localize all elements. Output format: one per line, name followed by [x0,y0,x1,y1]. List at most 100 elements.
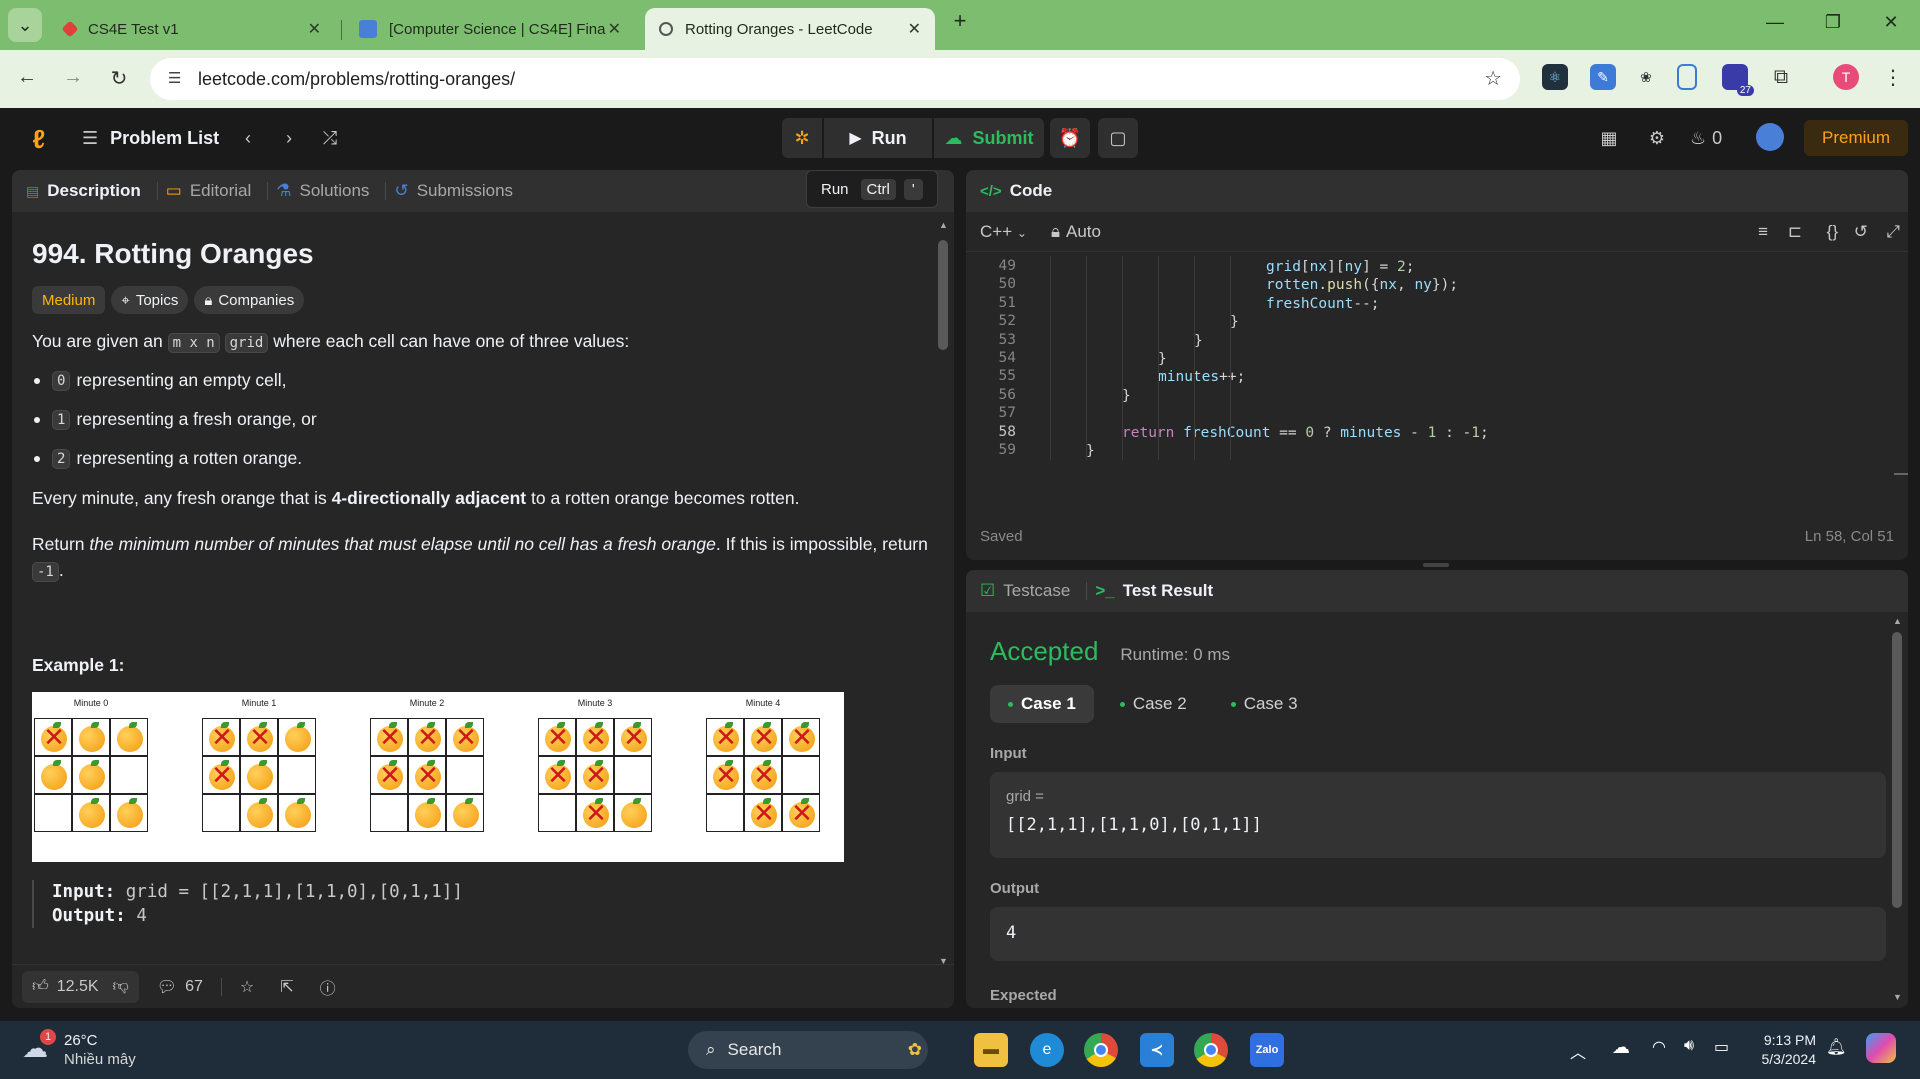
extension-icon[interactable]: ✎ [1590,64,1616,90]
fullscreen-icon[interactable]: ⤢ [1886,222,1900,242]
browser-tab-active[interactable]: Rotting Oranges - LeetCode ✕ [645,8,935,50]
notes-icon[interactable]: ▢ [1098,118,1138,158]
scrollbar-thumb[interactable] [938,240,948,350]
tab-description[interactable]: ▤ Description [26,181,141,201]
thumbs-down-icon[interactable]: 👎︎ [113,977,129,996]
edge-icon[interactable]: e [1030,1033,1064,1067]
scrollbar-thumb[interactable] [1892,632,1902,908]
description-scrollbar[interactable]: ▲ ▼ [936,220,950,966]
profile-avatar[interactable]: T [1833,64,1859,90]
problem-list-button[interactable]: ☰ Problem List [82,123,219,153]
site-info-icon[interactable]: ☰ [168,69,181,87]
premium-button[interactable]: Premium [1804,120,1908,156]
browser-tab-1[interactable]: CS4E Test v1 ✕ [50,8,335,50]
leetcode-logo-icon[interactable]: ℓ [24,124,54,154]
chrome-icon[interactable] [1084,1033,1118,1067]
bookmark-star-icon[interactable]: ☆ [1484,66,1502,91]
like-button[interactable]: 👍︎ 12.5K 👎︎ [22,970,139,1003]
comments-button[interactable]: 💬︎ 67 [157,977,203,997]
code-line[interactable]: 59} [966,442,1896,460]
debug-icon[interactable]: ✲ [782,118,822,158]
timer-icon[interactable]: ⏰ [1050,118,1090,158]
extensions-puzzle-icon[interactable]: ⧉ [1768,64,1794,90]
topics-button[interactable]: ⌖ Topics [111,286,189,314]
close-window-icon[interactable]: ✕ [1876,12,1906,33]
code-line[interactable]: 53} [966,332,1896,350]
code-line[interactable]: 54} [966,350,1896,368]
grid-cell [538,794,576,832]
copilot-icon[interactable] [1866,1033,1896,1063]
run-button[interactable]: ▶ Run [824,118,932,158]
notifications-bell-icon[interactable]: 🔔︎ [1826,1037,1846,1057]
restore-icon[interactable]: ❐ [1818,12,1848,33]
file-explorer-icon[interactable]: ▬ [974,1033,1008,1067]
shuffle-icon[interactable]: ⤮ [316,123,344,153]
tab-editorial[interactable]: ▭ Editorial [166,181,251,201]
close-tab-icon[interactable]: ✕ [608,19,621,39]
braces-icon[interactable]: {} [1827,222,1838,242]
language-select[interactable]: C++ ⌄ [980,222,1027,242]
windows-start-icon[interactable] [638,1033,672,1067]
tray-expand-icon[interactable]: ︿ [1570,1039,1586,1063]
wifi-icon[interactable]: ◠ [1652,1037,1666,1057]
extension-icon[interactable] [1677,64,1697,90]
react-devtools-icon[interactable]: ⚛ [1542,64,1568,90]
case-tab-3[interactable]: Case 3 [1213,685,1316,723]
code-line[interactable]: 57 [966,405,1896,423]
new-tab-icon[interactable]: + [945,8,975,34]
code-line[interactable]: 51 freshCount--; [966,295,1896,313]
companies-button[interactable]: 🔒︎ Companies [194,286,305,314]
clock[interactable]: 9:13 PM 5/3/2024 [1756,1031,1817,1069]
case-tab-1[interactable]: Case 1 [990,685,1094,723]
reset-icon[interactable]: ↺ [1854,222,1868,242]
reload-icon[interactable]: ↻ [106,66,132,91]
submit-button[interactable]: ☁ Submit [934,118,1044,158]
zalo-icon[interactable]: Zalo [1250,1033,1284,1067]
layout-grid-icon[interactable]: ▦ [1594,123,1624,153]
result-scrollbar[interactable]: ▲ ▼ [1890,616,1904,1002]
close-tab-icon[interactable]: ✕ [908,19,921,39]
code-line[interactable]: 55 minutes++; [966,368,1896,386]
code-line[interactable]: 52} [966,313,1896,331]
code-editor[interactable]: 49 grid[nx][ny] = 2; 50 rotten.push({nx, ny… [966,256,1908,506]
browser-tab-2[interactable]: [Computer Science | CS4E] Fina ✕ [345,8,635,50]
close-tab-icon[interactable]: ✕ [308,19,321,39]
forward-icon[interactable]: → [60,66,86,89]
streak-counter[interactable]: ♨ 0 [1690,123,1722,153]
back-icon[interactable]: ← [14,66,40,89]
tab-search-button[interactable]: ⌄ [8,8,42,42]
bookmark-icon[interactable]: ⊏ [1788,222,1802,242]
code-line[interactable]: 49 grid[nx][ny] = 2; [966,258,1896,276]
extension-icon[interactable]: 27 [1722,64,1754,96]
volume-icon[interactable]: 🔊︎ [1684,1037,1694,1055]
mode-label[interactable]: Auto [1066,222,1101,242]
chrome-profile-icon[interactable] [1194,1033,1228,1067]
tab-solutions[interactable]: ⚗ Solutions [276,181,369,201]
battery-icon[interactable]: ▭ [1714,1037,1729,1057]
format-icon[interactable]: ≡ [1758,222,1768,242]
url-bar[interactable]: ☰ leetcode.com/problems/rotting-oranges/… [150,58,1520,100]
tab-test-result[interactable]: >_ Test Result [1095,581,1213,601]
tab-testcase[interactable]: ☑ Testcase [980,581,1070,601]
weather-widget[interactable]: ☁ 1 [22,1029,56,1067]
tab-submissions[interactable]: ↺ Submissions [394,181,513,201]
taskbar-search[interactable]: ⌕ Search ✿ [688,1031,928,1069]
code-line[interactable]: 58 return freshCount == 0 ? minutes - 1 :… [966,424,1896,442]
weather-text[interactable]: 26°C Nhiều mây [64,1031,136,1069]
next-problem-icon[interactable]: › [279,123,299,153]
settings-gear-icon[interactable]: ⚙ [1642,123,1672,153]
extension-icon[interactable]: ❀ [1633,64,1659,90]
chrome-menu-icon[interactable]: ⋮ [1880,64,1906,90]
prev-problem-icon[interactable]: ‹ [238,123,258,153]
favorite-star-icon[interactable]: ☆ [240,977,254,997]
panel-resize-handle[interactable] [1423,563,1449,567]
user-avatar[interactable] [1756,123,1784,151]
share-icon[interactable]: ⇱ [280,977,293,997]
help-icon[interactable]: ⓘ [320,975,336,999]
onedrive-icon[interactable]: ☁ [1612,1037,1630,1058]
code-line[interactable]: 50 rotten.push({nx, ny}); [966,276,1896,294]
minimize-icon[interactable]: — [1760,12,1790,33]
case-tab-2[interactable]: Case 2 [1102,685,1205,723]
code-line[interactable]: 56} [966,387,1896,405]
vscode-icon[interactable]: ≺ [1140,1033,1174,1067]
